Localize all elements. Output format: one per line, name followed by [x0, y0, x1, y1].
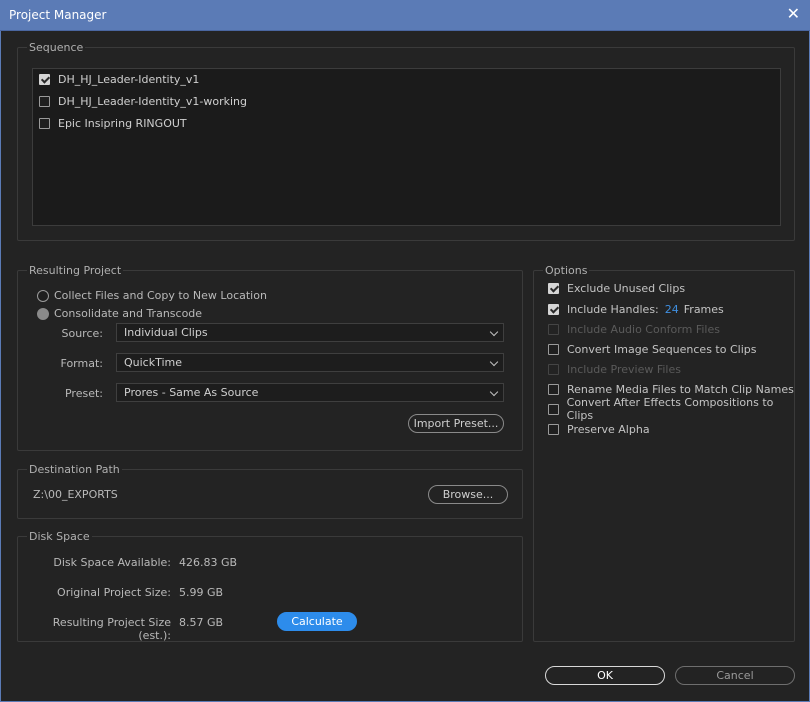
preset-select-value: Prores - Same As Source — [124, 386, 259, 399]
radio-consolidate-label: Consolidate and Transcode — [54, 307, 203, 320]
original-project-size-value: 5.99 GB — [179, 586, 224, 599]
import-preset-button[interactable]: Import Preset... — [408, 414, 504, 433]
dialog-body: Sequence DH_HJ_Leader-Identity_v1 DH_HJ_… — [0, 31, 810, 702]
include-audio-conform-label: Include Audio Conform Files — [567, 322, 720, 336]
disk-space-available-label: Disk Space Available: — [53, 556, 171, 569]
convert-image-sequences-label: Convert Image Sequences to Clips — [567, 342, 757, 356]
include-handles-label: Include Handles: — [567, 302, 659, 316]
handles-unit-label: Frames — [683, 302, 724, 316]
sequence-legend: Sequence — [27, 41, 86, 54]
browse-button[interactable]: Browse... — [428, 485, 508, 504]
include-handles-option[interactable]: Include Handles: 24 Frames — [548, 301, 724, 317]
source-select[interactable]: Individual Clips — [116, 323, 504, 342]
format-label: Format: — [60, 357, 103, 370]
sequence-item-1-checkbox[interactable] — [39, 73, 50, 85]
radio-consolidate-indicator[interactable] — [37, 307, 49, 320]
sequence-item-3[interactable]: Epic Insipring RINGOUT — [39, 114, 187, 132]
convert-image-sequences-option[interactable]: Convert Image Sequences to Clips — [548, 341, 756, 357]
chevron-down-icon — [489, 387, 499, 397]
rename-media-files-checkbox[interactable] — [548, 383, 559, 395]
sequence-item-2-checkbox[interactable] — [39, 95, 50, 107]
window-title: Project Manager — [9, 8, 107, 22]
sequence-item-2-label: DH_HJ_Leader-Identity_v1-working — [58, 94, 248, 108]
disk-space-group: Disk Space Disk Space Available: 426.83 … — [17, 530, 523, 642]
convert-after-effects-checkbox[interactable] — [548, 403, 559, 415]
include-handles-checkbox[interactable] — [548, 303, 559, 315]
preserve-alpha-option[interactable]: Preserve Alpha — [548, 421, 650, 437]
radio-collect-files[interactable]: Collect Files and Copy to New Location — [37, 289, 267, 302]
exclude-unused-clips-checkbox[interactable] — [548, 282, 559, 294]
disk-space-legend: Disk Space — [27, 530, 92, 543]
radio-consolidate[interactable]: Consolidate and Transcode — [37, 307, 202, 320]
resulting-project-legend: Resulting Project — [27, 264, 124, 277]
format-select[interactable]: QuickTime — [116, 353, 504, 372]
convert-after-effects-label: Convert After Effects Compositions to Cl… — [566, 396, 774, 422]
sequence-item-1[interactable]: DH_HJ_Leader-Identity_v1 — [39, 70, 199, 88]
radio-collect-files-label: Collect Files and Copy to New Location — [54, 289, 267, 302]
handles-frames-value[interactable]: 24 — [665, 303, 679, 316]
format-select-value: QuickTime — [124, 356, 183, 369]
title-bar: Project Manager ✕ — [0, 0, 810, 31]
include-audio-conform-checkbox — [548, 323, 559, 335]
source-select-value: Individual Clips — [124, 326, 208, 339]
options-group: Options Exclude Unused Clips Include Han… — [533, 264, 795, 642]
cancel-button[interactable]: Cancel — [675, 666, 795, 685]
disk-space-available-value: 426.83 GB — [179, 556, 238, 569]
resulting-project-size-label: Resulting Project Size (est.): — [52, 616, 171, 642]
destination-path-value: Z:\00_EXPORTS — [33, 488, 118, 501]
convert-image-sequences-checkbox[interactable] — [548, 343, 559, 355]
sequence-group: Sequence DH_HJ_Leader-Identity_v1 DH_HJ_… — [17, 41, 795, 241]
include-audio-conform-option: Include Audio Conform Files — [548, 321, 720, 337]
original-project-size-label: Original Project Size: — [57, 586, 171, 599]
preset-select[interactable]: Prores - Same As Source — [116, 383, 504, 402]
chevron-down-icon — [489, 327, 499, 337]
include-preview-files-checkbox — [548, 363, 559, 375]
include-preview-files-option: Include Preview Files — [548, 361, 681, 377]
rename-media-files-label: Rename Media Files to Match Clip Names — [567, 382, 794, 396]
convert-after-effects-option[interactable]: Convert After Effects Compositions to Cl… — [548, 396, 794, 422]
exclude-unused-clips-option[interactable]: Exclude Unused Clips — [548, 280, 685, 296]
radio-collect-files-indicator[interactable] — [37, 289, 49, 302]
resulting-project-size-value: 8.57 GB — [179, 616, 224, 629]
sequence-list: DH_HJ_Leader-Identity_v1 DH_HJ_Leader-Id… — [32, 68, 781, 226]
rename-media-files-option[interactable]: Rename Media Files to Match Clip Names — [548, 381, 794, 397]
preserve-alpha-checkbox[interactable] — [548, 423, 559, 435]
resulting-project-group: Resulting Project Collect Files and Copy… — [17, 264, 523, 451]
source-label: Source: — [61, 327, 104, 340]
destination-path-group: Destination Path Z:\00_EXPORTS Browse... — [17, 463, 523, 519]
destination-path-legend: Destination Path — [27, 463, 122, 476]
sequence-item-2[interactable]: DH_HJ_Leader-Identity_v1-working — [39, 92, 247, 110]
include-preview-files-label: Include Preview Files — [567, 362, 681, 376]
sequence-item-3-label: Epic Insipring RINGOUT — [58, 116, 187, 130]
options-legend: Options — [543, 264, 590, 277]
preserve-alpha-label: Preserve Alpha — [567, 422, 650, 436]
close-icon[interactable]: ✕ — [787, 5, 800, 23]
sequence-item-3-checkbox[interactable] — [39, 117, 50, 129]
sequence-item-1-label: DH_HJ_Leader-Identity_v1 — [58, 72, 200, 86]
chevron-down-icon — [489, 357, 499, 367]
preset-label: Preset: — [64, 387, 103, 400]
calculate-button[interactable]: Calculate — [277, 612, 357, 631]
exclude-unused-clips-label: Exclude Unused Clips — [567, 281, 686, 295]
ok-button[interactable]: OK — [545, 666, 665, 685]
